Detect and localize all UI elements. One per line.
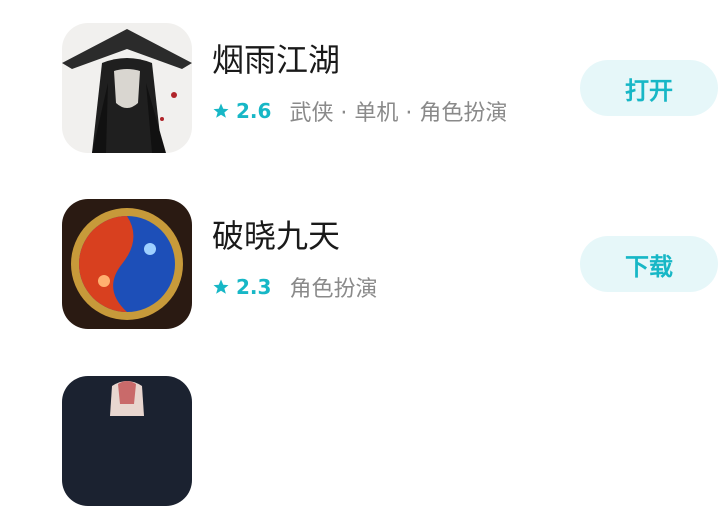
app-title[interactable]: 破晓九天: [212, 211, 340, 257]
app-meta: 2.3 角色扮演: [212, 271, 377, 303]
fire-ice-orb-icon[interactable]: [62, 199, 192, 329]
app-list-item[interactable]: 烟雨江湖 2.6 武侠 · 单机 · 角色扮演 打开: [0, 23, 720, 153]
app-meta: 2.6 武侠 · 单机 · 角色扮演: [212, 95, 507, 127]
app-title[interactable]: 烟雨江湖: [212, 35, 340, 81]
open-button[interactable]: 打开: [580, 60, 718, 116]
rating-value: 2.3: [236, 275, 272, 299]
app-list-item[interactable]: [0, 376, 720, 506]
download-button[interactable]: 下载: [580, 236, 718, 292]
category-tags: 武侠 · 单机 · 角色扮演: [289, 101, 508, 126]
category-tags: 角色扮演: [289, 277, 378, 302]
app-list-item[interactable]: 破晓九天 2.3 角色扮演 下载: [0, 199, 720, 329]
rating-value: 2.6: [236, 99, 272, 123]
star-icon: [213, 103, 229, 118]
warrior-portrait-icon[interactable]: [62, 376, 192, 506]
star-icon: [213, 279, 229, 294]
ink-swordsman-icon[interactable]: [62, 23, 192, 153]
